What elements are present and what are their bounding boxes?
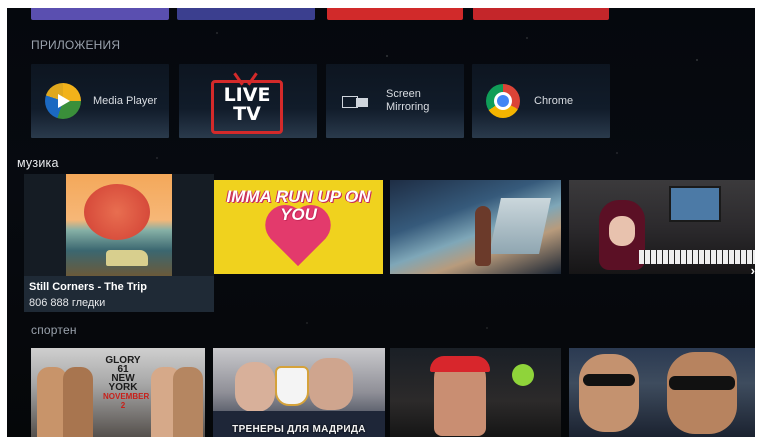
app-tile-chrome[interactable]: Chrome: [472, 64, 610, 138]
top-tile-4[interactable]: [473, 8, 609, 20]
chrome-icon: [486, 84, 520, 118]
video-title: Still Corners - The Trip: [29, 281, 147, 293]
top-tile-2[interactable]: [177, 8, 315, 20]
glory-poster-text: GLORY 61 NEW YORK NOVEMBER 2: [103, 355, 150, 411]
view-count: 806 888 гледки: [29, 297, 106, 309]
tv-home-screen: ПРИЛОЖЕНИЯ Media Player LIVE TV Screen M…: [7, 8, 755, 437]
live-tv-line2: TV: [233, 103, 261, 125]
screen-mirroring-icon: [342, 92, 370, 110]
thumb-text: IMMA RUN UP ON YOU: [226, 187, 371, 224]
video-thumbnail: [66, 174, 172, 276]
music-video-thumb-3[interactable]: [390, 180, 561, 274]
chevron-right-icon[interactable]: ›: [751, 263, 755, 278]
sport-video-thumb-3[interactable]: [390, 348, 561, 437]
top-tile-3[interactable]: [327, 8, 463, 20]
app-tile-live-tv[interactable]: LIVE TV: [179, 64, 317, 138]
tennis-ball-icon: [512, 364, 534, 386]
apps-section-label: ПРИЛОЖЕНИЯ: [31, 38, 121, 52]
app-name: Media Player: [93, 94, 158, 107]
sport-video-thumb-4[interactable]: [569, 348, 755, 437]
mirroring-line2: Mirroring: [386, 101, 430, 113]
app-tile-media-player[interactable]: Media Player: [31, 64, 169, 138]
music-video-thumb-2[interactable]: IMMA RUN UP ON YOU: [214, 180, 383, 274]
club-crest-icon: [275, 366, 309, 406]
sport-video-thumb-1[interactable]: GLORY 61 NEW YORK NOVEMBER 2: [31, 348, 205, 437]
sport-video-thumb-2[interactable]: ТРЕНЕРЫ ДЛЯ МАДРИДА: [213, 348, 385, 437]
live-tv-logo: LIVE TV: [211, 72, 283, 134]
top-tile-1[interactable]: [31, 8, 169, 20]
thumb-caption: ТРЕНЕРЫ ДЛЯ МАДРИДА: [232, 424, 366, 435]
sport-section-label: спортен: [31, 323, 77, 337]
card-info: Still Corners - The Trip 806 888 гледки: [24, 276, 214, 312]
music-video-thumb-4[interactable]: [569, 180, 755, 274]
mirroring-line1: Screen: [386, 88, 421, 100]
media-player-icon: [45, 83, 81, 119]
music-card-focused[interactable]: Still Corners - The Trip 806 888 гледки: [24, 174, 214, 312]
app-name: Screen Mirroring: [386, 88, 429, 114]
app-name: Chrome: [534, 94, 574, 107]
app-tile-screen-mirroring[interactable]: Screen Mirroring: [326, 64, 464, 138]
music-section-label: музика: [17, 156, 59, 170]
